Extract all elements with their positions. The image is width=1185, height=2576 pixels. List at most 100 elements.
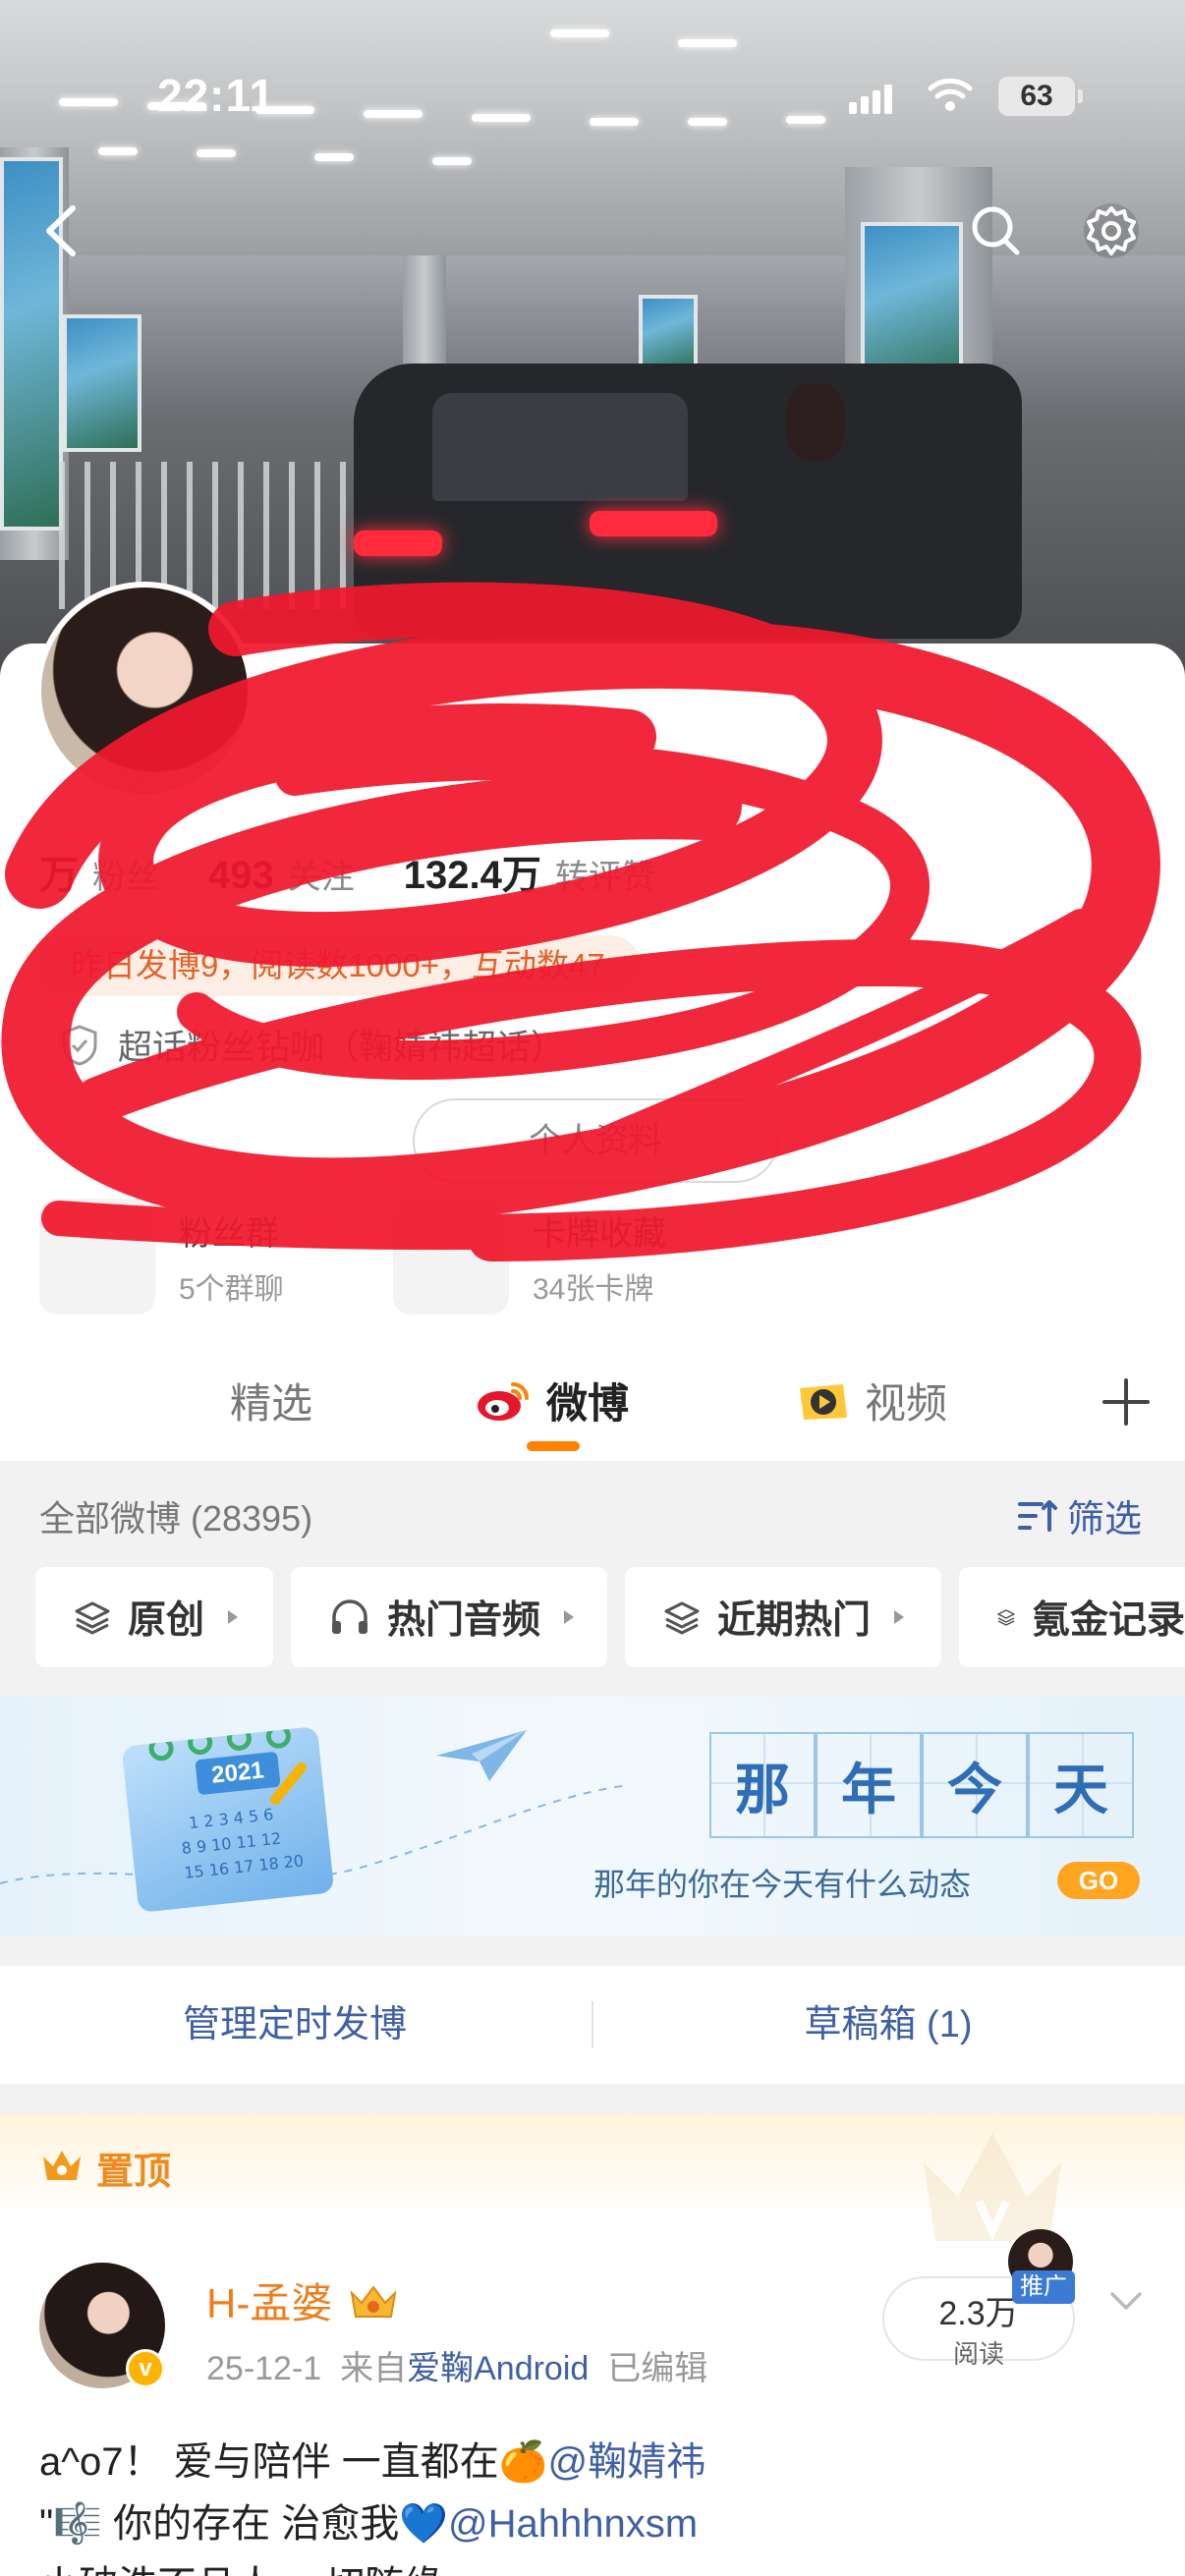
post-via: 来自: [340, 2350, 408, 2387]
engagement-count[interactable]: 132.4万: [404, 843, 541, 900]
manage-bar: 管理定时发博 草稿箱 (1): [0, 1966, 1185, 2084]
photo-billboard: [639, 295, 698, 373]
mention-link[interactable]: @鞠婧祎: [548, 2440, 706, 2484]
ceiling-light: [432, 157, 472, 165]
chip-hot-audio-label: 热门音频: [387, 1599, 541, 1642]
photo-billboard: [63, 314, 141, 452]
pinned-post[interactable]: 置顶 v H-孟婆 25-12-1 来自爱鞠Android 已编辑 2.3万 阅…: [0, 2113, 1185, 2576]
tab-weibo-label: 微博: [546, 1380, 630, 1427]
post-text-line: 小破浩不且人 一切随缘: [39, 2553, 443, 2576]
feed-filter-bar: 全部微博 (28395) 筛选 原创 热门音频 近期热门 氪金记录: [0, 1461, 1185, 1697]
gear-icon[interactable]: [1077, 196, 1146, 265]
headphones-icon: [332, 1599, 367, 1634]
on-this-day-banner[interactable]: 1 2 3 4 5 6 8 9 10 11 12 15 16 17 18 20 …: [0, 1697, 1185, 1936]
supertopic-badge[interactable]: 超话粉丝钻咖（鞠婧祎超话）: [59, 1020, 565, 1070]
card-collection-title: 卡牌收藏: [533, 1214, 666, 1253]
drafts-button[interactable]: 草稿箱 (1): [593, 1966, 1183, 2084]
photo-tail-light: [590, 511, 717, 536]
photo-car-window: [432, 393, 688, 501]
ceiling-light: [98, 147, 138, 155]
followers-label: 粉丝: [92, 859, 159, 896]
post-author[interactable]: H-孟婆: [206, 2270, 401, 2330]
fan-group-title: 粉丝群: [179, 1214, 279, 1253]
ceiling-light: [550, 29, 609, 37]
promo-tag[interactable]: 推广: [1012, 2270, 1075, 2304]
card-collection-entry[interactable]: 卡牌收藏 34张卡牌: [393, 1199, 666, 1315]
chip-original-label: 原创: [128, 1599, 205, 1642]
video-icon: [800, 1383, 847, 1420]
chip-spending-label: 氪金记录: [1031, 1599, 1185, 1642]
activity-summary[interactable]: 昨日发博9，阅读数1000+，互动数47: [35, 935, 641, 996]
ceiling-light: [590, 118, 639, 126]
post-count: 全部微博 (28395): [39, 1498, 313, 1539]
supertopic-badge-label: 超话粉丝钻咖（鞠婧祎超话）: [118, 1029, 566, 1067]
layers-icon: [75, 1601, 110, 1635]
chevron-down-icon[interactable]: [1106, 2286, 1146, 2316]
ceiling-light: [678, 39, 737, 47]
avatar[interactable]: [35, 582, 254, 800]
chip-spending[interactable]: 氪金记录: [959, 1567, 1185, 1667]
paper-plane-icon: [436, 1730, 527, 1781]
profile-info-button[interactable]: 个人资料: [413, 1098, 778, 1183]
ceiling-light: [197, 149, 236, 157]
photo-tail-light: [354, 531, 442, 556]
fan-group-entry[interactable]: 粉丝群 5个群聊: [39, 1199, 284, 1315]
pinned-label: 置顶: [96, 2152, 172, 2193]
chip-recent-hot-label: 近期热门: [717, 1599, 872, 1642]
ceiling-light: [688, 118, 727, 126]
ceiling-light: [364, 110, 423, 118]
banner-title-char: 今: [922, 1732, 1028, 1838]
post-meta: 25-12-1 来自爱鞠Android 已编辑: [206, 2341, 707, 2389]
plus-icon[interactable]: [1099, 1374, 1154, 1429]
post-text: a^o7！ 爱与陪伴 一直都在🍊: [39, 2440, 548, 2484]
filter-button[interactable]: 筛选: [1016, 1488, 1142, 1542]
card-icon: [393, 1199, 509, 1315]
go-button[interactable]: GO: [1057, 1862, 1140, 1899]
verified-badge-icon: v: [126, 2349, 165, 2388]
chip-original[interactable]: 原创: [35, 1567, 273, 1667]
ceiling-light: [314, 153, 354, 161]
dashed-path-deco: [0, 1784, 630, 1884]
search-icon[interactable]: [963, 196, 1032, 265]
tab-featured[interactable]: 精选: [230, 1371, 312, 1430]
ceiling-light: [786, 116, 825, 124]
profile-tabs: 精选 微博 视频: [0, 1351, 1185, 1461]
tab-featured-label: 精选: [230, 1380, 313, 1427]
chip-recent-hot[interactable]: 近期热门: [625, 1567, 941, 1667]
weibo-logo-icon: [478, 1381, 529, 1421]
calendar-icon: 1 2 3 4 5 6 8 9 10 11 12 15 16 17 18 20: [121, 1723, 335, 1913]
svg-text:8 9 10 11 12: 8 9 10 11 12: [181, 1829, 282, 1859]
caret-right-icon: [894, 1610, 905, 1624]
layers-icon: [997, 1609, 1015, 1626]
post-author-name: H-孟婆: [206, 2280, 333, 2326]
fan-group-sub: 5个群聊: [179, 1272, 284, 1306]
filter-icon: [1018, 1499, 1057, 1532]
read-label: 阅读: [952, 2339, 1004, 2369]
group-icon: [39, 1199, 155, 1315]
signal-icon: [849, 84, 892, 114]
post-edited: 已编辑: [607, 2350, 708, 2387]
status-time: 22:11: [157, 70, 276, 121]
scheduled-posts-button[interactable]: 管理定时发博: [0, 1966, 590, 2084]
card-collection-sub: 34张卡牌: [533, 1272, 654, 1306]
mention-link[interactable]: @Hahhhnxsm: [448, 2502, 698, 2546]
member-crown-icon: [350, 2284, 397, 2318]
tab-weibo[interactable]: 微博: [476, 1371, 629, 1430]
tab-active-indicator: [527, 1441, 580, 1451]
following-count[interactable]: 493: [208, 854, 274, 898]
photo-person: [786, 383, 845, 462]
chip-hot-audio[interactable]: 热门音频: [291, 1567, 607, 1667]
post-source[interactable]: 爱鞠Android: [407, 2350, 589, 2387]
svg-text:1 2 3 4 5 6: 1 2 3 4 5 6: [188, 1805, 274, 1832]
back-icon[interactable]: [29, 196, 98, 265]
tab-video[interactable]: 视频: [794, 1371, 947, 1430]
engagement-label: 转评赞: [554, 859, 655, 896]
followers-count[interactable]: 万: [39, 843, 79, 900]
banner-subtitle: 那年的你在今天有什么动态: [593, 1866, 972, 1903]
ceiling-light: [472, 114, 531, 122]
banner-title-char: 天: [1028, 1732, 1134, 1838]
banner-title: 那 年 今 天: [709, 1732, 1134, 1838]
following-label: 关注: [287, 859, 355, 896]
profile-stats: 万 粉丝 493 关注 132.4万 转评赞: [39, 843, 691, 900]
layers-icon: [664, 1601, 700, 1635]
